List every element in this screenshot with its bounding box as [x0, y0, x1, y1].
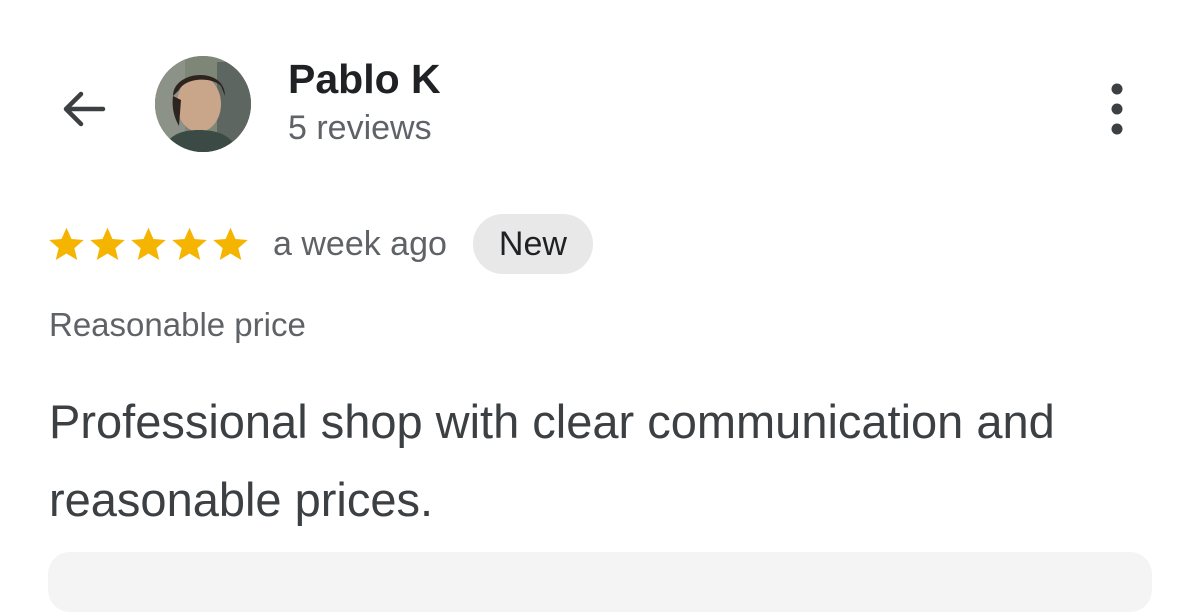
owner-response-box — [48, 552, 1152, 612]
review-time: a week ago — [273, 224, 447, 263]
rating-row: a week ago New — [46, 212, 593, 276]
new-badge: New — [472, 214, 593, 274]
review-count: 5 reviews — [288, 109, 432, 147]
arrow-back-icon — [57, 83, 109, 140]
review-attribute: Reasonable price — [49, 306, 306, 343]
star-icon — [172, 227, 207, 260]
star-icon — [90, 227, 125, 260]
back-button[interactable] — [52, 80, 114, 142]
star-icon — [49, 227, 84, 260]
review-text: Professional shop with clear communicati… — [49, 395, 1055, 526]
author-name[interactable]: Pablo K — [288, 56, 441, 102]
star-rating — [46, 224, 251, 265]
more-options-button[interactable] — [1093, 78, 1141, 144]
more-vert-icon — [1107, 81, 1127, 142]
avatar[interactable] — [155, 56, 251, 152]
star-icon — [213, 227, 248, 260]
star-icon — [131, 227, 166, 260]
